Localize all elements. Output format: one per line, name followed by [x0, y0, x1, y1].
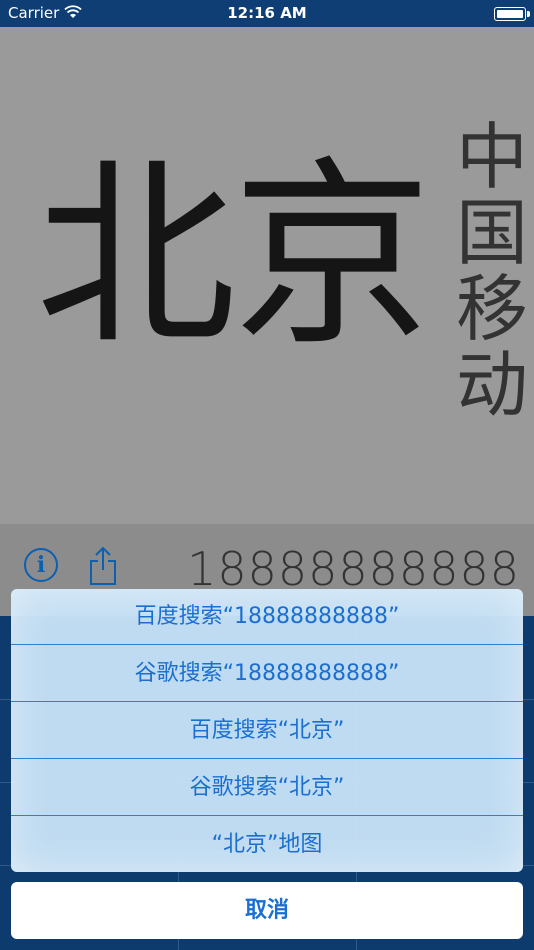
status-bar: Carrier 12:16 AM [0, 0, 534, 27]
info-icon[interactable]: i [24, 548, 58, 582]
baidu-search-number-button[interactable]: 百度搜索“18888888888” [11, 589, 523, 645]
share-icon[interactable] [88, 546, 118, 586]
carrier-name-label: 中国移动 [455, 115, 528, 427]
city-map-button[interactable]: “北京”地图 [11, 817, 523, 872]
phone-number: 18888888888 [187, 542, 520, 596]
google-search-number-button[interactable]: 谷歌搜索“18888888888” [11, 646, 523, 702]
baidu-search-city-button[interactable]: 百度搜索“北京” [11, 703, 523, 759]
google-search-city-button[interactable]: 谷歌搜索“北京” [11, 760, 523, 816]
city-label: 北京 [36, 140, 432, 373]
action-sheet: 百度搜索“18888888888” 谷歌搜索“18888888888” 百度搜索… [11, 589, 523, 872]
battery-icon [494, 7, 530, 21]
caller-info-panel: 北京 中国移动 [0, 27, 534, 524]
clock: 12:16 AM [227, 4, 307, 22]
cancel-button[interactable]: 取消 [11, 882, 523, 939]
